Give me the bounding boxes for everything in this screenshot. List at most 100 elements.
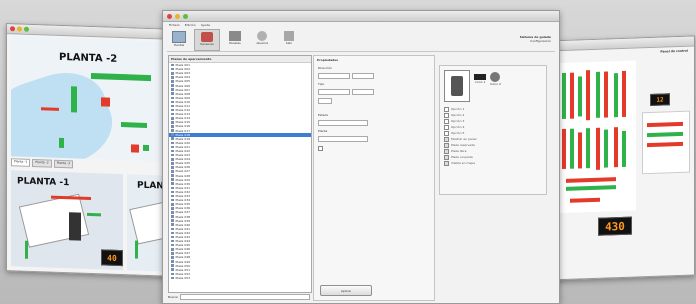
- toolbar-salir-button[interactable]: Salir: [277, 29, 301, 49]
- tree-item[interactable]: Plaza 053: [169, 276, 311, 280]
- option-label: Opción 1: [451, 107, 465, 111]
- right-window-title: Panel de control: [660, 48, 688, 54]
- checkbox[interactable]: [444, 124, 449, 130]
- properties-title: Propiedades: [317, 58, 339, 62]
- free-spots-value: 40: [107, 253, 117, 263]
- option-item[interactable]: Visible en mapa: [444, 160, 542, 166]
- tab-planta-2[interactable]: Planta -2: [32, 158, 52, 168]
- floor-map-top[interactable]: PLANTA -2: [11, 36, 171, 162]
- toolbar-usuarios-button[interactable]: Usuarios: [250, 29, 274, 49]
- sign-preview[interactable]: [444, 70, 470, 102]
- checkbox[interactable]: [444, 112, 449, 118]
- thumb-label-2: Icono 2: [490, 82, 501, 86]
- left-window: PLANTA -2 Planta -1 Planta -2 Planta -3 …: [6, 23, 176, 277]
- folder-icon: [171, 149, 174, 153]
- folder-icon: [171, 104, 174, 108]
- estado-select[interactable]: [318, 120, 368, 126]
- checkbox[interactable]: [444, 154, 449, 160]
- prop-label-tipo: Tipo: [318, 82, 325, 86]
- menu-ayuda[interactable]: Ayuda: [201, 23, 210, 28]
- checkbox[interactable]: [444, 118, 449, 124]
- folder-icon: [171, 125, 174, 128]
- folder-icon: [171, 235, 174, 239]
- folder-icon: [171, 268, 174, 272]
- folder-icon: [171, 137, 174, 141]
- parking-grid-map[interactable]: [556, 60, 636, 214]
- folder-icon: [171, 182, 174, 186]
- planta-select[interactable]: [318, 136, 368, 142]
- floor-map-bottom[interactable]: PLANTA -1 40: [11, 170, 123, 271]
- checkbox[interactable]: [444, 130, 449, 136]
- zoom-icon[interactable]: [24, 26, 29, 32]
- toolbar-plantas-button[interactable]: Plantas: [167, 29, 191, 49]
- folder-icon: [171, 166, 174, 169]
- toolbar: Plantas Sensores Paneles Usuarios Salir …: [167, 29, 555, 52]
- apply-button[interactable]: Aplicar: [320, 285, 372, 296]
- close-icon[interactable]: [167, 13, 172, 19]
- tipo-field-2[interactable]: [352, 89, 374, 95]
- folder-icon: [171, 276, 174, 280]
- option-label: Mostrar en panel: [451, 137, 477, 141]
- value-field[interactable]: [318, 98, 332, 104]
- tab-planta-3[interactable]: Planta -3: [53, 159, 74, 169]
- folder-icon: [171, 112, 174, 116]
- folder-icon: [171, 84, 174, 87]
- folder-icon: [171, 96, 174, 100]
- minimize-icon[interactable]: [17, 26, 22, 32]
- toolbar-paneles-button[interactable]: Paneles: [223, 29, 247, 49]
- minimize-icon[interactable]: [175, 13, 180, 19]
- side-map[interactable]: [642, 110, 690, 175]
- tab-planta-1[interactable]: Planta -1: [11, 158, 31, 167]
- search-label: Buscar: [168, 295, 179, 299]
- folder-icon: [171, 178, 174, 181]
- folder-icon: [171, 63, 174, 67]
- close-icon[interactable]: [10, 26, 15, 32]
- folder-icon: [171, 129, 174, 132]
- menu-fichero[interactable]: Fichero: [169, 23, 180, 28]
- folder-icon: [171, 133, 174, 136]
- menu-edicion[interactable]: Edición: [185, 23, 196, 28]
- option-label: Plaza ocupada: [451, 155, 473, 159]
- folder-icon: [171, 223, 174, 226]
- option-label: Opción 2: [451, 113, 465, 117]
- checkbox[interactable]: [444, 160, 449, 166]
- folder-icon: [171, 76, 174, 79]
- folder-icon: [171, 116, 174, 120]
- prop-label-direccion: Dirección: [318, 66, 333, 70]
- folder-icon: [171, 256, 174, 259]
- direccion-field[interactable]: [318, 73, 350, 79]
- checkbox[interactable]: [318, 145, 323, 151]
- option-label: Visible en mapa: [451, 161, 475, 165]
- tree-item-label: Plaza 053: [175, 275, 191, 280]
- folder-icon: [171, 67, 174, 71]
- sign-preview-icon: [451, 76, 463, 96]
- folder-icon: [171, 219, 174, 222]
- small-counter-sign: 12: [650, 93, 670, 106]
- folder-icon: [171, 80, 174, 83]
- checkbox[interactable]: [444, 106, 449, 112]
- properties-panel: Propiedades Dirección Tipo Estado Planta…: [313, 55, 435, 301]
- folder-icon: [171, 260, 174, 263]
- zoom-icon[interactable]: [183, 13, 188, 19]
- direccion-field-2[interactable]: [352, 73, 374, 79]
- option-label: Opción 3: [451, 119, 465, 123]
- sensor-icon: [201, 32, 213, 42]
- folder-icon: [171, 194, 174, 198]
- option-checkbox-1[interactable]: [318, 145, 430, 151]
- toolbar-sensores-button[interactable]: Sensores: [194, 29, 220, 51]
- folder-icon: [171, 92, 174, 95]
- folder-icon: [171, 198, 174, 202]
- gear-thumb-icon[interactable]: [490, 72, 501, 82]
- checkbox[interactable]: [444, 136, 449, 142]
- main-window: Fichero Edición Ayuda Plantas Sensores P…: [162, 10, 560, 304]
- checkbox[interactable]: [444, 148, 449, 154]
- search-input[interactable]: [180, 294, 310, 300]
- floor-label-top: PLANTA -2: [59, 51, 118, 65]
- folder-icon: [171, 108, 174, 112]
- main-window-titlebar[interactable]: [163, 11, 559, 22]
- folder-icon: [171, 227, 174, 231]
- checkbox[interactable]: [444, 142, 449, 148]
- prop-label-planta: Planta: [318, 129, 328, 133]
- tipo-field[interactable]: [318, 89, 350, 95]
- folder-icon: [171, 186, 174, 190]
